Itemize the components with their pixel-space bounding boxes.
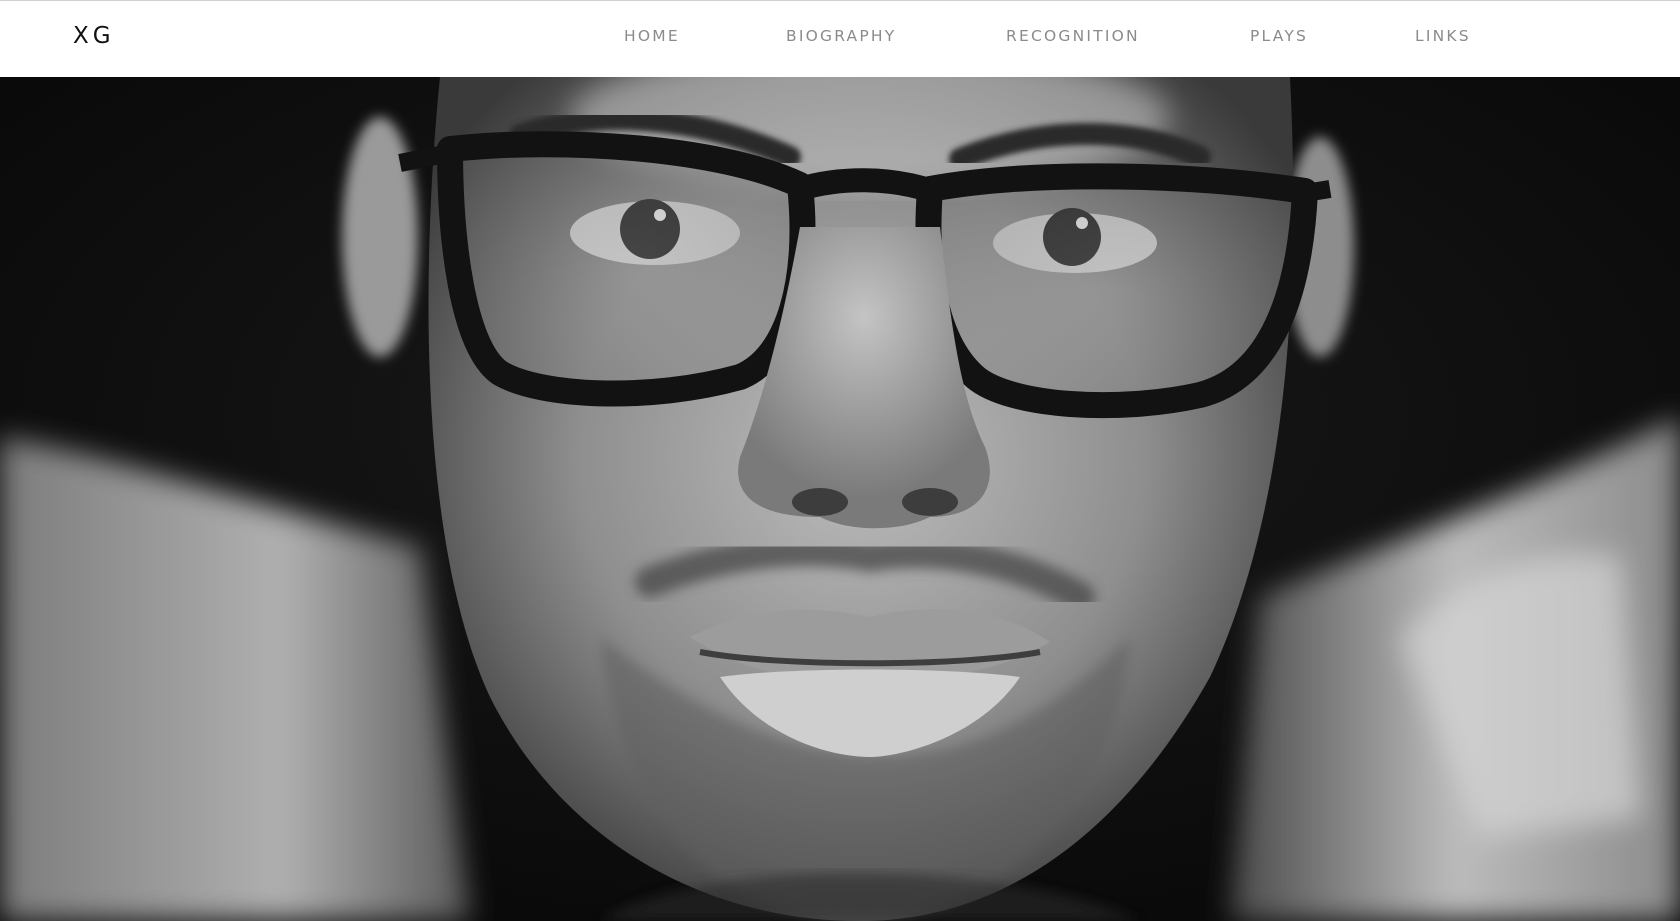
- hero-portrait: [0, 77, 1680, 921]
- nav-recognition[interactable]: RECOGNITION: [1006, 27, 1140, 45]
- site-logo[interactable]: XG: [73, 23, 115, 49]
- nav-biography[interactable]: BIOGRAPHY: [786, 27, 896, 45]
- nav-plays[interactable]: PLAYS: [1250, 27, 1308, 45]
- nav-links[interactable]: LINKS: [1415, 27, 1471, 45]
- site-header: XG HOME BIOGRAPHY RECOGNITION PLAYS LINK…: [0, 1, 1680, 77]
- portrait-image: [0, 77, 1680, 921]
- nav-home[interactable]: HOME: [624, 27, 680, 45]
